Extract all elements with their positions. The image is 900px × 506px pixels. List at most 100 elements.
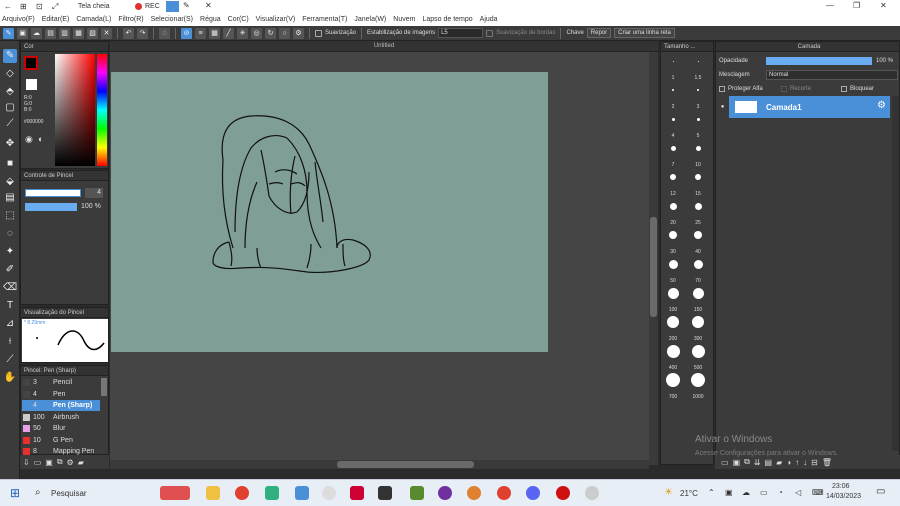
- dropper-tool-icon[interactable]: ⟋: [3, 353, 17, 367]
- minimize-icon[interactable]: —: [826, 1, 834, 10]
- edge-icon[interactable]: [265, 486, 279, 500]
- copy-icon[interactable]: ▦: [73, 27, 84, 39]
- edge-smoothing-checkbox[interactable]: [486, 29, 494, 37]
- avatar-icon[interactable]: [322, 486, 336, 500]
- snap-concentric-icon[interactable]: ◎: [251, 27, 262, 39]
- reset-button[interactable]: Repor: [586, 28, 612, 38]
- brush-size-option[interactable]: 40: [687, 228, 709, 256]
- minecraft-icon[interactable]: [410, 486, 424, 500]
- brush-size-option[interactable]: 2: [662, 83, 684, 111]
- search-label[interactable]: Pesquisar: [51, 489, 87, 498]
- expand-icon[interactable]: ⤢: [52, 2, 58, 12]
- snap-curve-icon[interactable]: ↻: [265, 27, 276, 39]
- move-tool-icon[interactable]: ✥: [3, 137, 17, 151]
- close-icon[interactable]: ✕: [880, 1, 887, 10]
- brush-size-option[interactable]: 3: [687, 83, 709, 111]
- canvas-horizontal-scrollbar[interactable]: [110, 460, 649, 469]
- pencil-icon[interactable]: ✎: [183, 1, 190, 10]
- brush-size-option[interactable]: 15: [687, 170, 709, 198]
- tray-speaker-icon[interactable]: ◁: [795, 488, 801, 497]
- palette-icon[interactable]: ◉: [25, 134, 33, 145]
- pen-tool-icon[interactable]: ✎: [3, 49, 17, 63]
- brush-opacity-slider[interactable]: [25, 203, 77, 211]
- brush-size-option[interactable]: 7: [662, 141, 684, 169]
- menu-item[interactable]: Camada(L): [76, 16, 111, 23]
- folder-icon[interactable]: ▰: [78, 458, 84, 467]
- brush-list-item[interactable]: 3 Pencil: [22, 377, 100, 388]
- menu-item[interactable]: Ferramenta(T): [302, 16, 347, 23]
- line-tool-icon[interactable]: ⟋: [3, 117, 17, 131]
- brush-size-value[interactable]: 4: [85, 188, 103, 198]
- menu-item[interactable]: Ajuda: [480, 16, 498, 23]
- brush-size-option[interactable]: 5: [687, 112, 709, 140]
- transparency-icon[interactable]: ◌: [159, 27, 170, 39]
- brush-size-option[interactable]: 25: [687, 199, 709, 227]
- brush-size-option[interactable]: 100: [662, 286, 684, 314]
- mask-layer-icon[interactable]: ◑: [786, 458, 791, 467]
- undo-icon[interactable]: ↶: [123, 27, 134, 39]
- brush-size-option[interactable]: 10: [687, 141, 709, 169]
- maximize-icon[interactable]: ❐: [853, 1, 860, 10]
- fit-icon[interactable]: ⊡: [36, 2, 43, 11]
- folder-layer-icon[interactable]: ▰: [776, 458, 782, 467]
- pen-mode-button[interactable]: [166, 1, 179, 12]
- search-highlight-icon[interactable]: [160, 486, 190, 500]
- lock-checkbox[interactable]: [841, 86, 847, 92]
- brush-size-option[interactable]: 300: [687, 315, 709, 343]
- saturation-value-picker[interactable]: [55, 54, 95, 166]
- brush-list-item[interactable]: 4 Pen (Sharp): [22, 400, 100, 411]
- brush-size-option[interactable]: 500: [687, 344, 709, 372]
- layer-icon[interactable]: ▥: [59, 27, 70, 39]
- magic-wand-icon[interactable]: ✦: [3, 245, 17, 259]
- down-layer-icon[interactable]: ↓: [803, 458, 807, 467]
- brush-size-option[interactable]: 30: [662, 228, 684, 256]
- brush-size-option[interactable]: 70: [687, 257, 709, 285]
- grid-icon[interactable]: ⊞: [20, 2, 27, 11]
- up-layer-icon[interactable]: ↑: [795, 458, 799, 467]
- divide-tool-icon[interactable]: ⊿: [3, 317, 17, 331]
- brush-list-item[interactable]: 10 G Pen: [22, 435, 100, 446]
- tray-battery-icon[interactable]: ▭: [760, 488, 768, 497]
- tray-language-icon[interactable]: ⌨: [812, 488, 824, 497]
- eraser-tool-icon[interactable]: ◇: [3, 67, 17, 81]
- tray-app-icon[interactable]: ▣: [725, 488, 733, 497]
- chrome-profile-icon[interactable]: [497, 486, 511, 500]
- snap-radial-icon[interactable]: ✳: [237, 27, 248, 39]
- edit-brush-icon[interactable]: ⚙: [67, 458, 74, 467]
- layer-opacity-slider[interactable]: [766, 57, 872, 65]
- copy-brush-icon[interactable]: ▣: [45, 458, 53, 467]
- brush-size-option[interactable]: 200: [662, 315, 684, 343]
- select-rect-icon[interactable]: ⬚: [3, 209, 17, 223]
- lasso-tool-icon[interactable]: ◌: [3, 227, 17, 241]
- new-brush-icon[interactable]: ▭: [34, 458, 42, 467]
- rect-fill-icon[interactable]: ■: [3, 157, 17, 171]
- brush-size-option[interactable]: 1: [662, 54, 684, 82]
- duplicate-layer-icon[interactable]: ⧉: [744, 457, 750, 467]
- snap-off-icon[interactable]: ⊘: [181, 27, 192, 39]
- clear-layer-icon[interactable]: ⊟: [811, 458, 818, 467]
- drawing-paper[interactable]: [111, 72, 548, 352]
- search-icon[interactable]: ⌕: [35, 487, 41, 498]
- transparent-color-swatch[interactable]: [26, 79, 37, 90]
- rec-button[interactable]: REC: [145, 3, 160, 10]
- brush-size-option[interactable]: 700: [662, 373, 684, 401]
- blend-mode-select[interactable]: Normal: [766, 70, 898, 80]
- eyedropper-tool-icon[interactable]: ⟊: [3, 335, 17, 349]
- delete-icon[interactable]: ✕: [101, 27, 112, 39]
- new-layer-fill-icon[interactable]: ▣: [733, 458, 741, 467]
- brush-size-slider[interactable]: [25, 189, 81, 197]
- canvas-vertical-scrollbar[interactable]: [649, 52, 658, 465]
- fill-dot-icon[interactable]: ⬘: [3, 85, 17, 99]
- clock-time[interactable]: 23:06: [832, 483, 850, 490]
- weather-temp[interactable]: 21°C: [680, 489, 698, 498]
- shape-tool-icon[interactable]: ▢: [3, 101, 17, 115]
- layer-scrollbar[interactable]: [892, 96, 899, 451]
- menu-item[interactable]: Nuvem: [393, 16, 415, 23]
- brush-size-option[interactable]: 1.5: [687, 54, 709, 82]
- layer-settings-icon[interactable]: ⚙: [877, 100, 886, 111]
- redo-icon[interactable]: ↷: [137, 27, 148, 39]
- menu-item[interactable]: Selecionar(S): [151, 16, 193, 23]
- layer-visibility-icon[interactable]: ●: [717, 96, 728, 118]
- brush-size-option[interactable]: 50: [662, 257, 684, 285]
- protect-alpha-checkbox[interactable]: [719, 86, 725, 92]
